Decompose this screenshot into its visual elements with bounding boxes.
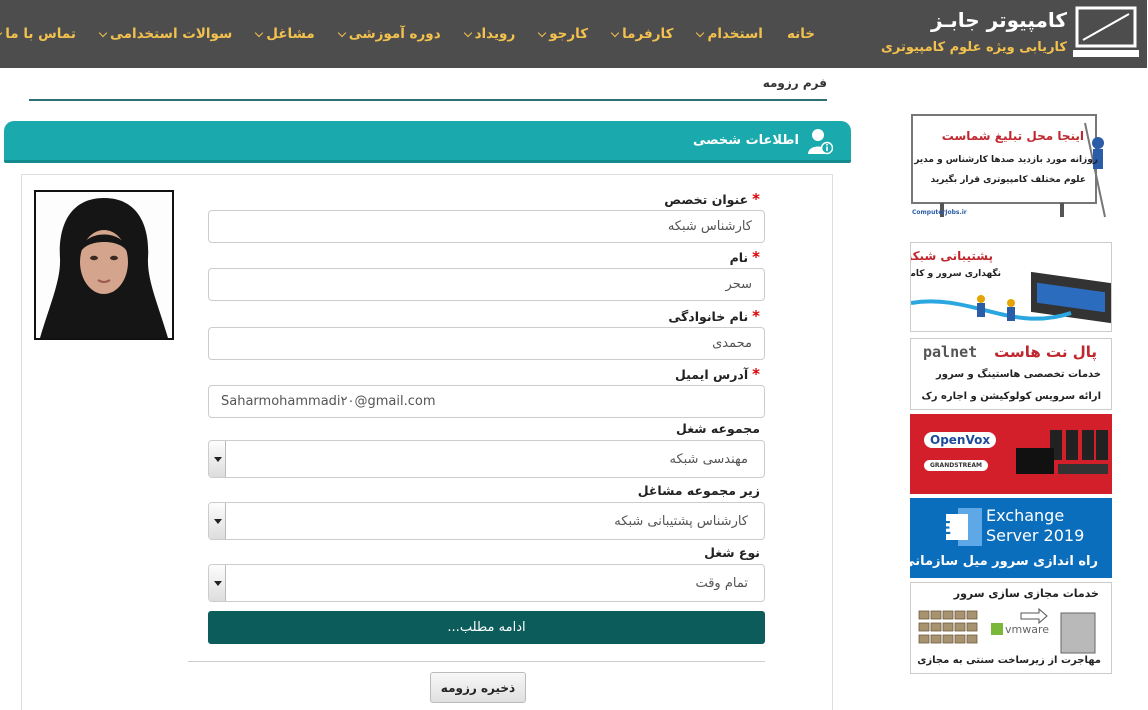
personal-info-section-header: اطلاعات شخصی — [5, 121, 852, 163]
job-type-label: نوع شغل — [705, 545, 761, 560]
site-logo[interactable]: کامپیوتر جابـز کاریابی ویژه علوم کامپیوت… — [882, 0, 1148, 68]
brand-title: کامپیوتر جابـز — [931, 8, 1068, 32]
top-navbar: کامپیوتر جابـز کاریابی ویژه علوم کامپیوت… — [0, 0, 1148, 68]
section-title: اطلاعات شخصی — [693, 133, 800, 148]
nav-item-6[interactable]: مشاغل — [245, 26, 327, 42]
ad1-line2: علوم مختلف کامپیوتری قرار بگیرید — [931, 175, 1087, 185]
job-group-select[interactable]: مهندسی شبکه — [209, 440, 766, 478]
chevron-down-icon — [697, 28, 706, 37]
nav-item-label: رویداد — [475, 26, 517, 42]
openvox-logo: OpenVox — [925, 432, 998, 448]
ad5-line1: Exchange — [987, 506, 1066, 525]
specialty-label: *عنوان تخصص — [665, 190, 761, 208]
ad3-line1: خدمات تخصصی هاستینگ و سرور — [937, 369, 1102, 380]
last-name-input[interactable]: محمدی — [209, 327, 766, 360]
voip-devices-illustration — [1017, 430, 1109, 474]
job-group-label: مجموعه شغل — [677, 421, 761, 436]
job-group-value: مهندسی شبکه — [670, 451, 749, 467]
user-info-icon — [809, 129, 834, 155]
ad6-title: خدمات مجازی سازی سرور — [954, 587, 1100, 600]
nav-item-label: مشاغل — [267, 26, 316, 42]
ad-banner-exchange-server[interactable]: E Exchange Server 2019 راه اندازی سرور م… — [911, 498, 1113, 578]
nav-item-label: کارجو — [550, 26, 590, 42]
dropdown-arrow-icon[interactable] — [210, 565, 227, 601]
chevron-down-icon — [99, 28, 109, 37]
sub-group-value: کارشناس پشتیبانی شبکه — [615, 513, 749, 529]
grandstream-logo: GRANDSTREAM — [925, 460, 989, 471]
vmware-logo: vmware — [1006, 623, 1051, 636]
ad-banner-virtualization[interactable]: خدمات مجازی سازی سرور vmware مهاجرت از ز… — [911, 582, 1113, 674]
ad3-line2: ارائه سرویس کولوکیشن و اجاره رک — [922, 391, 1102, 402]
chevron-down-icon — [256, 28, 265, 37]
email-input[interactable]: Saharmohammadi۲۰@gmail.com — [209, 385, 766, 418]
dropdown-arrow-icon[interactable] — [210, 441, 227, 477]
nav-item-0[interactable]: خانه — [776, 26, 828, 42]
ad3-title: پال نت هاست — [995, 343, 1098, 361]
nav-item-5[interactable]: دوره آموزشی — [328, 26, 454, 42]
nav-item-label: خانه — [787, 26, 816, 42]
portrait-image — [37, 192, 173, 338]
brand-subtitle: کاریابی ویژه علوم کامپیوتری — [881, 40, 1068, 55]
ad-banner-advertise-here[interactable]: اینجا محل تبلیغ شماست روزانه مورد بازدید… — [911, 113, 1113, 219]
nav-item-3[interactable]: کارجو — [528, 26, 601, 42]
nav-item-7[interactable]: سوالات استخدامی — [89, 26, 245, 42]
nav-item-label: دوره آموزشی — [349, 26, 442, 42]
job-type-select[interactable]: تمام وقت — [209, 564, 766, 602]
ad1-title: اینجا محل تبلیغ شماست — [942, 129, 1085, 143]
nav-item-label: سوالات استخدامی — [110, 26, 234, 42]
ad2-sub: نگهداری سرور و کامپیوتر — [911, 269, 1002, 279]
main-nav: خانه استخدام کارفرما کارجو رویداد دوره آموزشی… — [0, 0, 828, 68]
chevron-down-icon — [0, 28, 4, 37]
nav-item-label: کارفرما — [623, 26, 675, 42]
read-more-button[interactable]: ادامه مطلب... — [209, 611, 766, 644]
job-type-value: تمام وقت — [696, 575, 749, 591]
ad-banner-network-support[interactable]: پشتیبانی شبکه نگهداری سرور و کامپیوتر — [911, 242, 1113, 332]
chevron-down-icon — [338, 28, 347, 37]
ad-banner-palnet-host[interactable]: palnet پال نت هاست خدمات تخصصی هاستینگ و… — [911, 338, 1113, 410]
ad1-site: ComputerJobs.ir — [913, 209, 968, 216]
ad1-line1: روزانه مورد بازدید صدها کارشناس و مدیر — [915, 155, 1099, 165]
ad-banner-openvox[interactable]: OpenVox GRANDSTREAM — [911, 414, 1113, 494]
first-name-input[interactable]: سحر — [209, 268, 766, 301]
save-resume-button[interactable]: ذخیره رزومه — [431, 672, 527, 703]
first-name-label: *نام — [730, 248, 761, 266]
profile-photo[interactable] — [35, 190, 175, 340]
monitor-icon — [1074, 6, 1140, 57]
nav-item-1[interactable]: استخدام — [686, 26, 775, 42]
email-label: *آدرس ایمیل — [676, 365, 761, 383]
nav-item-8[interactable]: تماس با ما — [0, 26, 89, 42]
nav-item-label: تماس با ما — [6, 26, 77, 42]
caption-underline — [30, 99, 828, 101]
sub-group-select[interactable]: کارشناس پشتیبانی شبکه — [209, 502, 766, 540]
last-name-label: *نام خانوادگی — [669, 307, 761, 325]
form-divider — [189, 661, 766, 662]
nav-item-2[interactable]: کارفرما — [601, 26, 686, 42]
ad2-title: پشتیبانی شبکه — [911, 249, 994, 263]
exchange-logo-icon: E — [945, 508, 983, 546]
palnet-logo: palnet — [924, 343, 979, 361]
chevron-down-icon — [464, 28, 473, 37]
ad6-sub: مهاجرت از زیرساخت سنتی به مجازی — [918, 655, 1102, 666]
nav-item-4[interactable]: رویداد — [454, 26, 529, 42]
dropdown-arrow-icon[interactable] — [210, 503, 227, 539]
chevron-down-icon — [538, 28, 548, 37]
ad5-line2: Server 2019 — [987, 526, 1086, 545]
specialty-input[interactable]: کارشناس شبکه — [209, 210, 766, 243]
svg-text:E: E — [945, 518, 952, 538]
chevron-down-icon — [611, 28, 621, 37]
ad5-sub: راه اندازی سرور میل سازمانی — [911, 554, 1099, 569]
page-caption: فرم رزومه — [763, 76, 828, 90]
sub-group-label: زیر مجموعه مشاغل — [638, 483, 761, 498]
nav-item-label: استخدام — [708, 26, 764, 42]
